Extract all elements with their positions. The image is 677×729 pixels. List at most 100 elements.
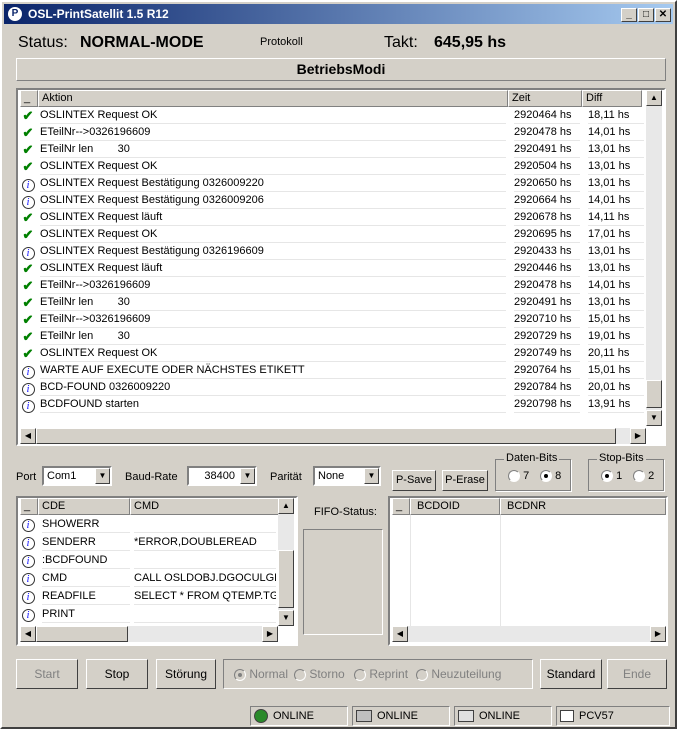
- log-row[interactable]: ✔ ETeilNr len 30 2920491 hs 13,01 hs: [18, 141, 644, 158]
- cmd-scroll-left[interactable]: ◀: [20, 626, 36, 642]
- stoerung-button[interactable]: Störung: [156, 659, 216, 689]
- databits-8[interactable]: 8: [540, 470, 561, 483]
- radio-selected-icon[interactable]: [601, 470, 613, 483]
- bcd-header-bcdnr[interactable]: BCDNR: [500, 498, 666, 515]
- chevron-down-icon[interactable]: ▼: [95, 468, 110, 484]
- mode-storno[interactable]: Storno: [294, 667, 345, 681]
- log-row[interactable]: ✔ OSLINTEX Request OK 2920749 hs 20,11 hs: [18, 345, 644, 362]
- stop-button[interactable]: Stop: [86, 659, 148, 689]
- log-row[interactable]: i OSLINTEX Request Bestätigung 0326009206…: [18, 192, 644, 209]
- info-icon: i: [20, 588, 36, 604]
- close-button[interactable]: ✕: [655, 8, 671, 22]
- log-row[interactable]: i OSLINTEX Request Bestätigung 0326196609…: [18, 243, 644, 260]
- cmd-vscroll[interactable]: ▲ ▼: [278, 498, 294, 626]
- bcd-hscroll[interactable]: ◀ ▶: [392, 626, 666, 642]
- log-row[interactable]: ✔ ETeilNr len 30 2920491 hs 13,01 hs: [18, 294, 644, 311]
- bcd-list[interactable]: _ BCDOID BCDNR ◀ ▶: [388, 496, 668, 646]
- log-row[interactable]: i OSLINTEX Request Bestätigung 0326009220…: [18, 175, 644, 192]
- log-scroll-right[interactable]: ▶: [630, 428, 646, 444]
- radio-icon[interactable]: [633, 470, 645, 483]
- log-scroll-up[interactable]: ▲: [646, 90, 662, 106]
- info-icon: i: [20, 244, 36, 260]
- log-row[interactable]: ✔ ETeilNr-->0326196609 2920478 hs 14,01 hs: [18, 124, 644, 141]
- log-hscroll-thumb[interactable]: [36, 428, 616, 444]
- radio-icon[interactable]: [294, 668, 306, 681]
- cmd-cell-cde: READFILE: [42, 587, 130, 605]
- radio-selected-icon[interactable]: [540, 470, 552, 483]
- maximize-button[interactable]: □: [638, 8, 654, 22]
- log-row[interactable]: ✔ ETeilNr-->0326196609 2920710 hs 15,01 hs: [18, 311, 644, 328]
- mode-neuzuteilung[interactable]: Neuzuteilung: [416, 667, 501, 681]
- cmd-row[interactable]: i PRINT: [18, 605, 276, 623]
- log-hscroll[interactable]: ◀ ▶: [20, 428, 646, 444]
- log-header-aktion[interactable]: Aktion: [38, 90, 508, 107]
- log-row[interactable]: ✔ ETeilNr-->0326196609 2920478 hs 14,01 hs: [18, 277, 644, 294]
- start-button[interactable]: Start: [16, 659, 78, 689]
- log-header-sel[interactable]: _: [20, 90, 38, 107]
- stopbits-1[interactable]: 1: [601, 470, 622, 483]
- cmd-scroll-right[interactable]: ▶: [262, 626, 278, 642]
- stopbits-2[interactable]: 2: [633, 470, 654, 483]
- databits-group: Daten-Bits 7 8: [495, 452, 571, 491]
- log-row[interactable]: i BCDFOUND starten 2920798 hs 13,91 hs: [18, 396, 644, 413]
- log-row[interactable]: ✔ OSLINTEX Request OK 2920695 hs 17,01 hs: [18, 226, 644, 243]
- mode-normal[interactable]: Normal: [234, 667, 288, 681]
- bcd-scroll-right[interactable]: ▶: [650, 626, 666, 642]
- cmd-row[interactable]: i SHOWERR: [18, 515, 276, 533]
- radio-selected-icon[interactable]: [234, 668, 246, 681]
- cmd-row[interactable]: i READFILE SELECT * FROM QTEMP.TGO: [18, 587, 276, 605]
- cmd-list[interactable]: _ CDE CMD i SHOWERR i SENDERR *ERROR,DOUBLER…: [16, 496, 298, 646]
- log-row[interactable]: i WARTE AUF EXECUTE ODER NÄCHSTES ETIKETT…: [18, 362, 644, 379]
- paritaet-select[interactable]: None ▼: [313, 466, 381, 486]
- cmd-row[interactable]: i SENDERR *ERROR,DOUBLEREAD: [18, 533, 276, 551]
- log-vscroll[interactable]: ▲ ▼: [646, 90, 662, 426]
- cmd-row[interactable]: i:BCDFOUND: [18, 551, 276, 569]
- cmd-scroll-thumb[interactable]: [278, 550, 294, 608]
- cmd-hscroll[interactable]: ◀ ▶: [20, 626, 278, 642]
- log-scroll-thumb[interactable]: [646, 380, 662, 408]
- log-header-diff[interactable]: Diff: [582, 90, 642, 107]
- radio-icon[interactable]: [508, 470, 520, 483]
- info-icon: i: [20, 363, 36, 379]
- log-row[interactable]: ✔ ETeilNr len 30 2920729 hs 19,01 hs: [18, 328, 644, 345]
- psave-button[interactable]: P-Save: [392, 470, 436, 491]
- log-row[interactable]: ✔ OSLINTEX Request OK 2920464 hs 18,11 hs: [18, 107, 644, 124]
- log-cell-diff: 13,01 hs: [588, 141, 644, 158]
- log-cell-zeit: 2920678 hs: [514, 209, 580, 226]
- mode-reprint[interactable]: Reprint: [354, 667, 408, 681]
- standard-button[interactable]: Standard: [540, 659, 602, 689]
- cmd-header-sel[interactable]: _: [20, 498, 38, 515]
- cmd-header-cmd[interactable]: CMD: [130, 498, 280, 515]
- bcd-scroll-left[interactable]: ◀: [392, 626, 408, 642]
- log-row[interactable]: ✔ OSLINTEX Request läuft 2920446 hs 13,01 h…: [18, 260, 644, 277]
- title-bar[interactable]: P OSL-PrintSatellit 1.5 R12 _ □ ✕: [4, 4, 673, 24]
- chevron-down-icon[interactable]: ▼: [364, 468, 379, 484]
- log-header-zeit[interactable]: Zeit: [508, 90, 582, 107]
- log-scroll-down[interactable]: ▼: [646, 410, 662, 426]
- cmd-scroll-up[interactable]: ▲: [278, 498, 294, 514]
- databits-7[interactable]: 7: [508, 470, 529, 483]
- radio-icon[interactable]: [416, 668, 428, 681]
- radio-icon[interactable]: [354, 668, 366, 681]
- cmd-header-cde[interactable]: CDE: [38, 498, 130, 515]
- baud-select[interactable]: 38400 ▼: [187, 466, 257, 486]
- cmd-row[interactable]: i CMD CALL OSLDOBJ.DGOCULGP: [18, 569, 276, 587]
- ende-button[interactable]: Ende: [607, 659, 667, 689]
- log-list[interactable]: _ Aktion Zeit Diff ✔ OSLINTEX Request OK 2…: [16, 88, 666, 446]
- bcd-header-sel[interactable]: _: [392, 498, 410, 515]
- protokoll-label[interactable]: Protokoll: [260, 36, 303, 48]
- log-cell-diff: 13,01 hs: [588, 158, 644, 175]
- port-select[interactable]: Com1 ▼: [42, 466, 112, 486]
- log-row[interactable]: i BCD-FOUND 0326009220 2920784 hs 20,01 hs: [18, 379, 644, 396]
- log-row[interactable]: ✔ OSLINTEX Request läuft 2920678 hs 14,11 h…: [18, 209, 644, 226]
- minimize-button[interactable]: _: [621, 8, 637, 22]
- log-scroll-left[interactable]: ◀: [20, 428, 36, 444]
- cmd-scroll-down[interactable]: ▼: [278, 610, 294, 626]
- cmd-hscroll-thumb[interactable]: [36, 626, 128, 642]
- log-cell-aktion: OSLINTEX Request OK: [40, 226, 506, 243]
- window-title: OSL-PrintSatellit 1.5 R12: [28, 7, 169, 21]
- chevron-down-icon[interactable]: ▼: [240, 468, 255, 484]
- bcd-header-bcdoid[interactable]: BCDOID: [410, 498, 500, 515]
- log-row[interactable]: ✔ OSLINTEX Request OK 2920504 hs 13,01 hs: [18, 158, 644, 175]
- perase-button[interactable]: P-Erase: [442, 470, 488, 491]
